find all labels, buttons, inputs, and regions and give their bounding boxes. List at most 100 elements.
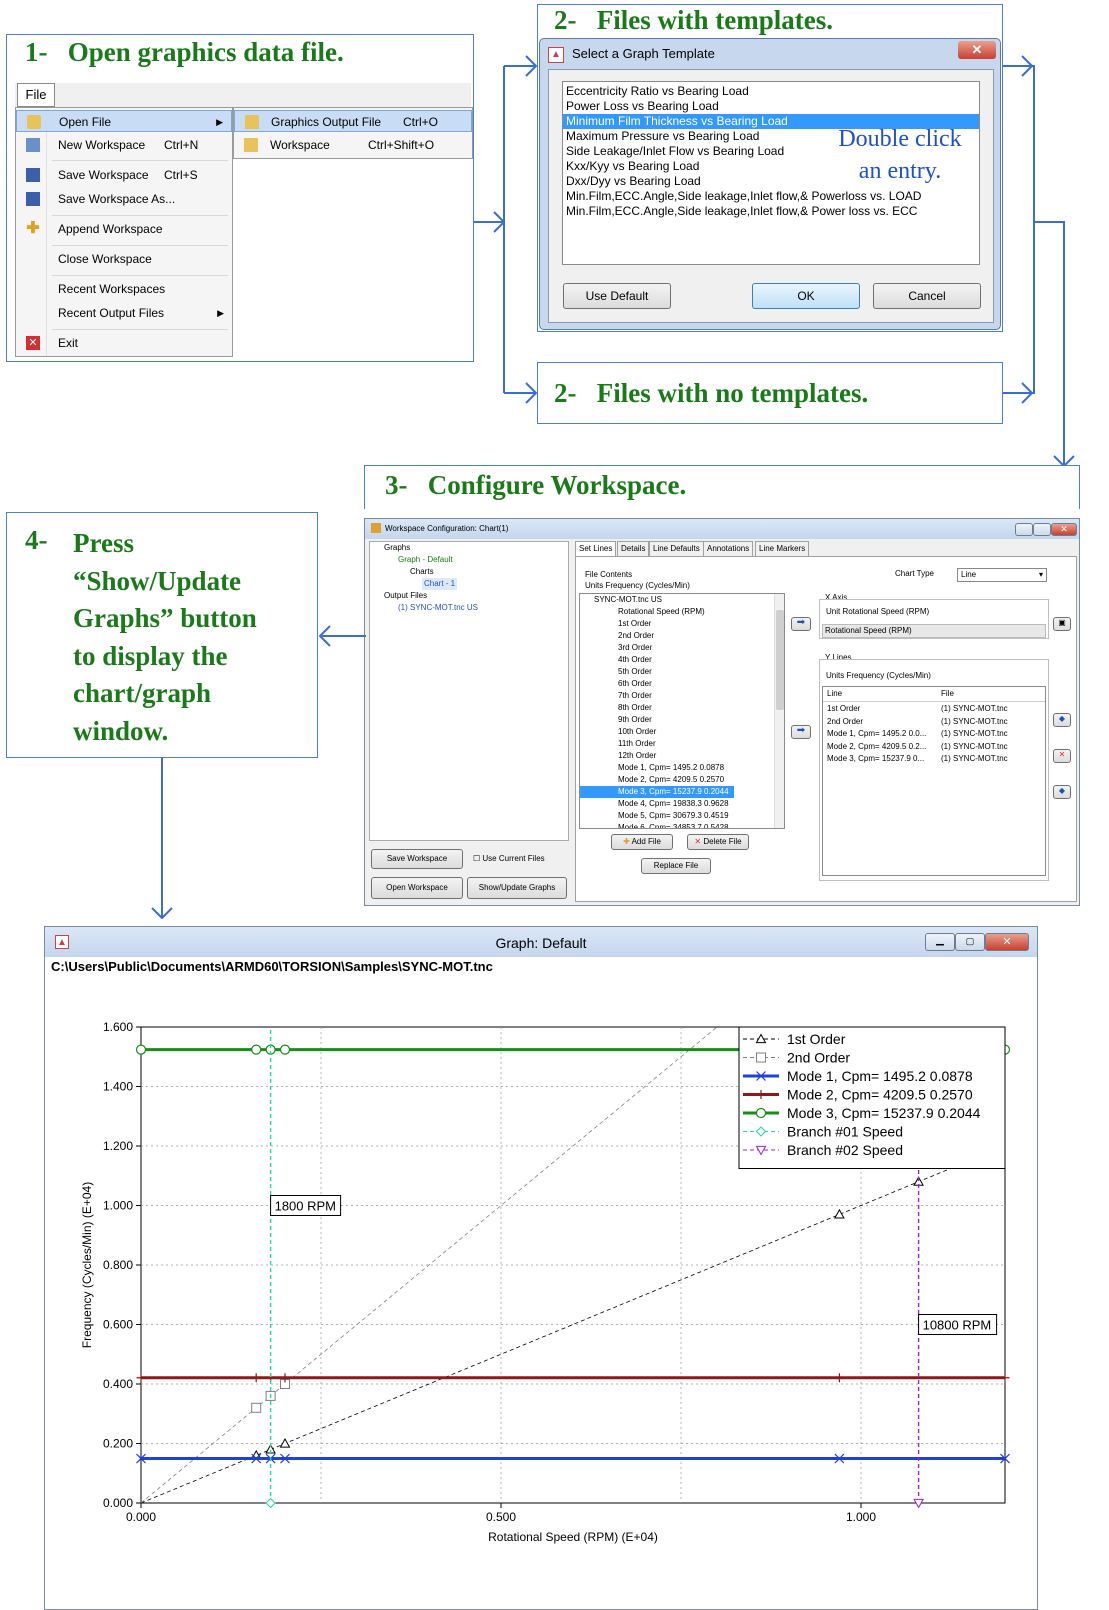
graph-title: Graph: Default [495,935,587,951]
ylines-cell-line: Mode 2, Cpm= 4209.5 0.2... [827,741,927,751]
file-list-item[interactable]: 8th Order [580,702,784,714]
file-list-item[interactable]: Mode 5, Cpm= 30679.3 0.4519 [580,810,784,822]
ylines-row[interactable]: Mode 2, Cpm= 4209.5 0.2... (1) SYNC-MOT.t… [823,741,1045,754]
y-tick-label: 1.600 [103,1020,133,1034]
add-file-button[interactable]: ✚ Add File [611,834,673,850]
delete-icon: ✕ [694,837,702,846]
y-tick-label: 1.400 [103,1080,133,1094]
file-list-item[interactable]: Mode 4, Cpm= 19838.3 0.9628 [580,798,784,810]
workspace-titlebar: Workspace Configuration: Chart(1) ✕ [365,519,1079,539]
legend-label: Mode 1, Cpm= 1495.2 0.0878 [787,1068,973,1084]
file-list-item[interactable]: Rotational Speed (RPM) [580,606,784,618]
file-list-item[interactable]: 7th Order [580,690,784,702]
y-tick-label: 0.200 [103,1437,133,1451]
ylines-cell-file: (1) SYNC-MOT.tnc [941,716,1008,726]
show-update-graphs-button[interactable]: Show/Update Graphs [467,877,567,899]
ylines-row[interactable]: 2nd Order (1) SYNC-MOT.tnc [823,716,1045,729]
flow-arrows-lower [151,625,366,919]
file-list-item[interactable]: Mode 1, Cpm= 1495.2 0.0878 [580,762,784,774]
tab-line-markers[interactable]: Line Markers [755,541,810,556]
step3-panel: 3- Configure Workspace. [364,465,1080,509]
ylines-row[interactable]: 1st Order (1) SYNC-MOT.tnc [823,703,1045,716]
ylines-row[interactable]: Mode 3, Cpm= 15237.9 0... (1) SYNC-MOT.tn… [823,753,1045,766]
legend-label: Mode 3, Cpm= 15237.9 0.2044 [787,1105,981,1121]
ylines-cell-file: (1) SYNC-MOT.tnc [941,741,1008,751]
file-list-item[interactable]: 3rd Order [580,642,784,654]
y-tick-label: 0.600 [103,1318,133,1332]
ylines-header-line: Line [827,689,843,698]
annotation-label: 1800 RPM [275,1199,336,1214]
workspace-window: Workspace Configuration: Chart(1) ✕ Grap… [364,518,1080,906]
x-axis-label: Rotational Speed (RPM) (E+04) [488,1530,658,1544]
x-tick-label: 0.000 [126,1510,156,1524]
file-list-item[interactable]: Mode 6, Cpm= 34853.7 0.5428 [580,822,784,828]
graph-window: ▲ Graph: Default ▁ ▢ ✕ C:\Users\Public\D… [44,926,1038,1610]
chart-svg[interactable]: 0.000 0.200 0.400 0.600 0.800 1.000 1.200 1.400… [45,977,1037,1609]
file-list-item[interactable]: 4th Order [580,654,784,666]
legend-label: 2nd Order [787,1050,850,1066]
file-list-item[interactable]: 2nd Order [580,630,784,642]
legend-label: Branch #02 Speed [787,1142,903,1158]
tab-set-lines[interactable]: Set Lines [575,541,617,556]
graph-titlebar: ▲ Graph: Default ▁ ▢ ✕ [45,927,1037,957]
tab-line-defaults[interactable]: Line Defaults [649,541,704,556]
file-list-item[interactable]: 6th Order [580,678,784,690]
file-list-item[interactable]: 11th Order [580,738,784,750]
legend-label: Mode 2, Cpm= 4209.5 0.2570 [787,1087,973,1103]
xaxis-box: Unit Rotational Speed (RPM) Rotational S… [819,599,1049,639]
workspace-tabs: Set Lines Details Line Defaults Annotati… [575,541,815,556]
y-axis-label: Frequency (Cycles/Min) (E+04) [80,1182,94,1348]
file-list-item[interactable]: Mode 2, Cpm= 4209.5 0.2570 [580,774,784,786]
replace-file-button[interactable]: Replace File [641,858,711,874]
graph-close-button[interactable]: ✕ [985,933,1029,951]
legend-marker [756,1052,766,1063]
tree-graph-default[interactable]: Graph - Default [398,554,453,566]
plus-icon: ✚ [623,837,630,846]
series-marker [135,1044,147,1055]
series-marker [251,1402,262,1413]
ylines-row[interactable]: Mode 1, Cpm= 1495.2 0.0... (1) SYNC-MOT.t… [823,728,1045,741]
remove-line-button[interactable]: ✕ [1053,749,1071,763]
xaxis-value-field[interactable]: Rotational Speed (RPM) [822,624,1046,638]
y-tick-label: 0.000 [103,1496,133,1510]
move-up-button[interactable]: ◆ [1053,713,1071,727]
file-list-item[interactable]: 5th Order [580,666,784,678]
tree-graphs[interactable]: Graphs [384,542,410,554]
x-tick-label: 1.000 [846,1510,876,1524]
graph-minimize-button[interactable]: ▁ [925,933,955,951]
tree-chart-1[interactable]: Chart - 1 [422,578,458,590]
tab-annotations[interactable]: Annotations [703,541,754,556]
xaxis-clear-button[interactable]: ▣ [1053,617,1071,631]
ylines-cell-file: (1) SYNC-MOT.tnc [941,754,1008,763]
file-list-items: SYNC-MOT.tnc US Rotational Speed (RPM) 1st… [580,594,784,828]
use-current-files-checkbox[interactable]: ☐ Use Current Files [473,853,545,865]
chart-type-select[interactable]: Line ▾ [957,568,1047,582]
minimize-button[interactable] [1015,523,1033,536]
legend-label: 1st Order [787,1031,846,1047]
maximize-button[interactable] [1033,523,1051,536]
tree-charts[interactable]: Charts [410,566,434,578]
close-button[interactable]: ✕ [1051,523,1077,536]
tab-details[interactable]: Details [617,541,650,556]
add-to-ylines-arrow-button[interactable]: ➡ [791,725,811,739]
file-contents-list[interactable]: SYNC-MOT.tnc US Rotational Speed (RPM) 1st… [579,593,785,829]
workspace-title: Workspace Configuration: Chart(1) [385,524,509,533]
ylines-cell-line: 2nd Order [827,716,864,726]
move-down-button[interactable]: ◆ [1053,785,1071,799]
graph-maximize-button[interactable]: ▢ [955,933,985,951]
file-list-root[interactable]: SYNC-MOT.tnc US [580,594,784,606]
tree-output-file-1[interactable]: (1) SYNC-MOT.tnc US [398,602,478,614]
y-tick-label: 1.000 [103,1199,133,1213]
add-to-xaxis-arrow-button[interactable]: ➡ [791,617,811,631]
list-scrollbar[interactable] [774,594,784,828]
legend-label: Branch #01 Speed [787,1124,903,1140]
delete-file-button[interactable]: ✕ Delete File [687,834,749,850]
ylines-cell-file: (1) SYNC-MOT.tnc [941,729,1008,738]
file-list-item[interactable]: 12th Order [580,750,784,762]
file-list-item[interactable]: 1st Order [580,618,784,630]
file-list-item[interactable]: 10th Order [580,726,784,738]
series-marker [279,1044,291,1055]
graph-file-path: C:\Users\Public\Documents\ARMD60\TORSION… [51,959,493,974]
file-list-item[interactable]: 9th Order [580,714,784,726]
file-list-item[interactable]: Mode 3, Cpm= 15237.9 0.2044 [580,786,734,798]
